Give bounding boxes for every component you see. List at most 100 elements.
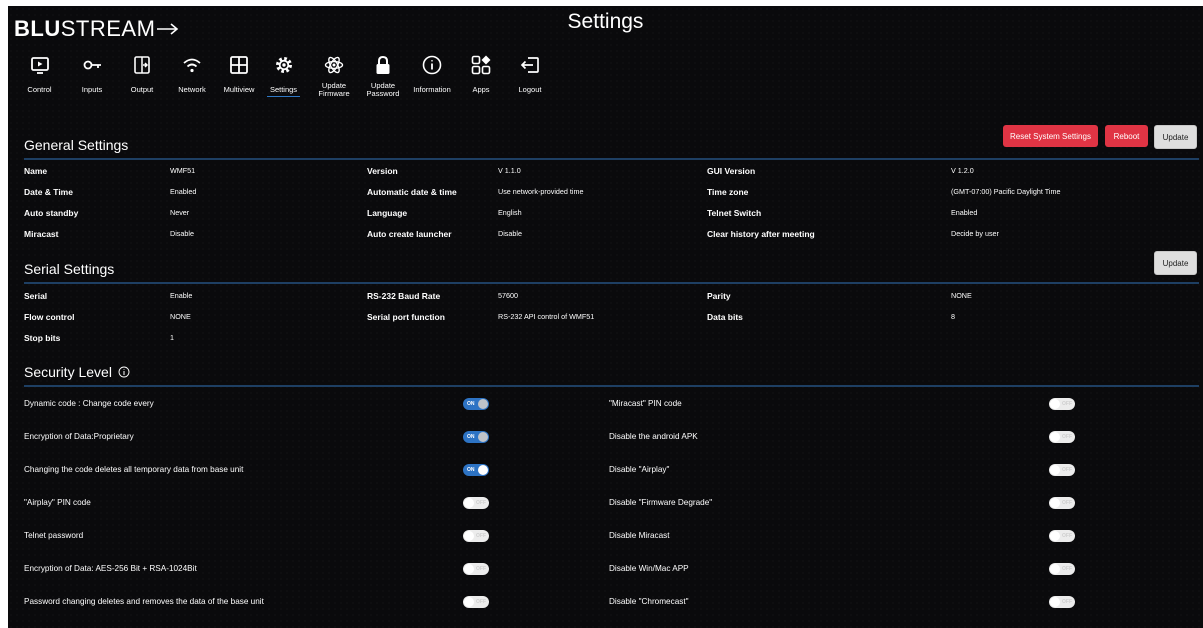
nav-label: Network	[178, 85, 206, 94]
toggle-knob	[478, 432, 488, 442]
general-settings-divider	[24, 158, 1199, 160]
toggle-knob	[464, 498, 474, 508]
security-option-label: Disable the android APK	[609, 432, 698, 441]
logout-icon	[519, 50, 541, 76]
toggle-state-text: OFF	[476, 566, 486, 572]
general-setting-row: Miracast Disable Auto create launcher Disab…	[24, 225, 1203, 243]
toggle-switch[interactable]: OFF	[1049, 497, 1075, 509]
general-setting-value: Disable	[498, 229, 522, 238]
nav-information[interactable]: Information	[407, 50, 457, 94]
reset-system-settings-button[interactable]: Reset System Settings	[1003, 125, 1098, 147]
toggle-knob	[1050, 465, 1060, 475]
serial-setting-row: Stop bits 1	[24, 329, 1203, 347]
general-setting-label: Automatic date & time	[367, 187, 457, 197]
general-setting-row: Date & Time Enabled Automatic date & time U…	[24, 183, 1203, 201]
nav-control[interactable]: Control	[16, 50, 63, 94]
general-setting-value: Enabled	[170, 187, 197, 196]
nav-label: Information	[413, 85, 451, 94]
nav-inputs[interactable]: Inputs	[71, 50, 113, 94]
serial-setting-label: Data bits	[707, 312, 743, 322]
nav-apps[interactable]: Apps	[461, 50, 501, 94]
nav-settings[interactable]: Settings	[263, 50, 304, 97]
toggle-knob	[1050, 399, 1060, 409]
nav-label: Multiview	[223, 85, 255, 94]
serial-settings-divider	[24, 282, 1199, 284]
toggle-state-text: OFF	[1062, 500, 1072, 506]
toggle-knob	[1050, 564, 1060, 574]
toggle-switch[interactable]: OFF	[1049, 431, 1075, 443]
toggle-switch[interactable]: OFF	[1049, 596, 1075, 608]
general-setting-value: Enabled	[951, 208, 978, 217]
general-update-button[interactable]: Update	[1154, 125, 1197, 149]
security-option-label: Disable Miracast	[609, 531, 670, 540]
nav-label: Inputs	[81, 85, 103, 94]
gear-icon	[273, 50, 295, 76]
info-icon	[421, 50, 443, 76]
toggle-switch[interactable]: OFF	[463, 563, 489, 575]
general-setting-value: (GMT-07:00) Pacific Daylight Time	[951, 187, 1061, 196]
general-setting-value: Disable	[170, 229, 194, 238]
app-frame: BLU STREAM Settings Control Inputs Output N…	[8, 6, 1203, 628]
reboot-button[interactable]: Reboot	[1105, 125, 1148, 147]
general-setting-value: V 1.2.0	[951, 166, 974, 175]
security-option-label: Disable Win/Mac APP	[609, 564, 689, 573]
security-option-label: Encryption of Data:Proprietary	[24, 432, 134, 441]
nav-output[interactable]: Output	[121, 50, 163, 94]
toggle-knob	[464, 564, 474, 574]
general-setting-value: English	[498, 208, 522, 217]
toggle-switch[interactable]: OFF	[463, 530, 489, 542]
toggle-state-text: OFF	[1062, 566, 1072, 572]
toggle-switch[interactable]: ON	[463, 464, 489, 476]
toggle-knob	[1050, 531, 1060, 541]
page-title: Settings	[567, 10, 644, 33]
nav-multiview[interactable]: Multiview	[217, 50, 261, 94]
nav-label: Logout	[518, 85, 542, 94]
toggle-switch[interactable]: OFF	[1049, 464, 1075, 476]
monitor-play-icon	[29, 50, 51, 76]
general-setting-value: Decide by user	[951, 229, 999, 238]
serial-setting-value: 1	[170, 333, 174, 342]
toggle-state-text: OFF	[1062, 467, 1072, 473]
nav-update-password[interactable]: Update Password	[361, 50, 405, 98]
toggle-switch[interactable]: OFF	[463, 596, 489, 608]
info-icon[interactable]	[118, 366, 130, 378]
toggle-switch[interactable]: ON	[463, 398, 489, 410]
input-plug-icon	[81, 50, 103, 76]
general-setting-label: Auto create launcher	[367, 229, 452, 239]
toggle-knob	[1050, 498, 1060, 508]
serial-setting-value: RS-232 API control of WMF51	[498, 312, 595, 321]
security-option-label: Disable "Airplay"	[609, 465, 670, 474]
serial-setting-label: Serial port function	[367, 312, 445, 322]
general-setting-label: Clear history after meeting	[707, 229, 815, 239]
toggle-knob	[464, 597, 474, 607]
nav-network[interactable]: Network	[169, 50, 215, 94]
serial-setting-value: NONE	[170, 312, 191, 321]
toggle-switch[interactable]: OFF	[1049, 398, 1075, 410]
multiview-grid-icon	[228, 50, 250, 76]
security-option-label: Telnet password	[24, 531, 84, 540]
toggle-knob	[464, 531, 474, 541]
serial-update-button[interactable]: Update	[1154, 251, 1197, 275]
toggle-knob	[1050, 597, 1060, 607]
toggle-switch[interactable]: OFF	[1049, 530, 1075, 542]
security-option-label: "Airplay" PIN code	[24, 498, 91, 507]
nav-logout[interactable]: Logout	[509, 50, 551, 94]
toggle-switch[interactable]: ON	[463, 431, 489, 443]
security-option-label: Disable "Chromecast"	[609, 597, 689, 606]
general-setting-label: Telnet Switch	[707, 208, 762, 218]
toggle-state-text: OFF	[476, 533, 486, 539]
general-setting-label: Miracast	[24, 229, 59, 239]
serial-setting-row: Serial Enable RS-232 Baud Rate 57600 Parity N…	[24, 287, 1203, 305]
general-setting-label: Auto standby	[24, 208, 79, 218]
security-option-label: Password changing deletes and removes th…	[24, 597, 264, 606]
general-setting-value: Never	[170, 208, 190, 217]
general-setting-label: Language	[367, 208, 408, 218]
toggle-switch[interactable]: OFF	[1049, 563, 1075, 575]
general-setting-label: Name	[24, 166, 48, 176]
atom-icon	[323, 50, 345, 76]
toggle-state-text: ON	[467, 467, 475, 473]
general-setting-label: Date & Time	[24, 187, 73, 197]
nav-update-firmware[interactable]: Update Firmware	[312, 50, 356, 98]
toggle-switch[interactable]: OFF	[463, 497, 489, 509]
output-icon	[131, 50, 153, 76]
